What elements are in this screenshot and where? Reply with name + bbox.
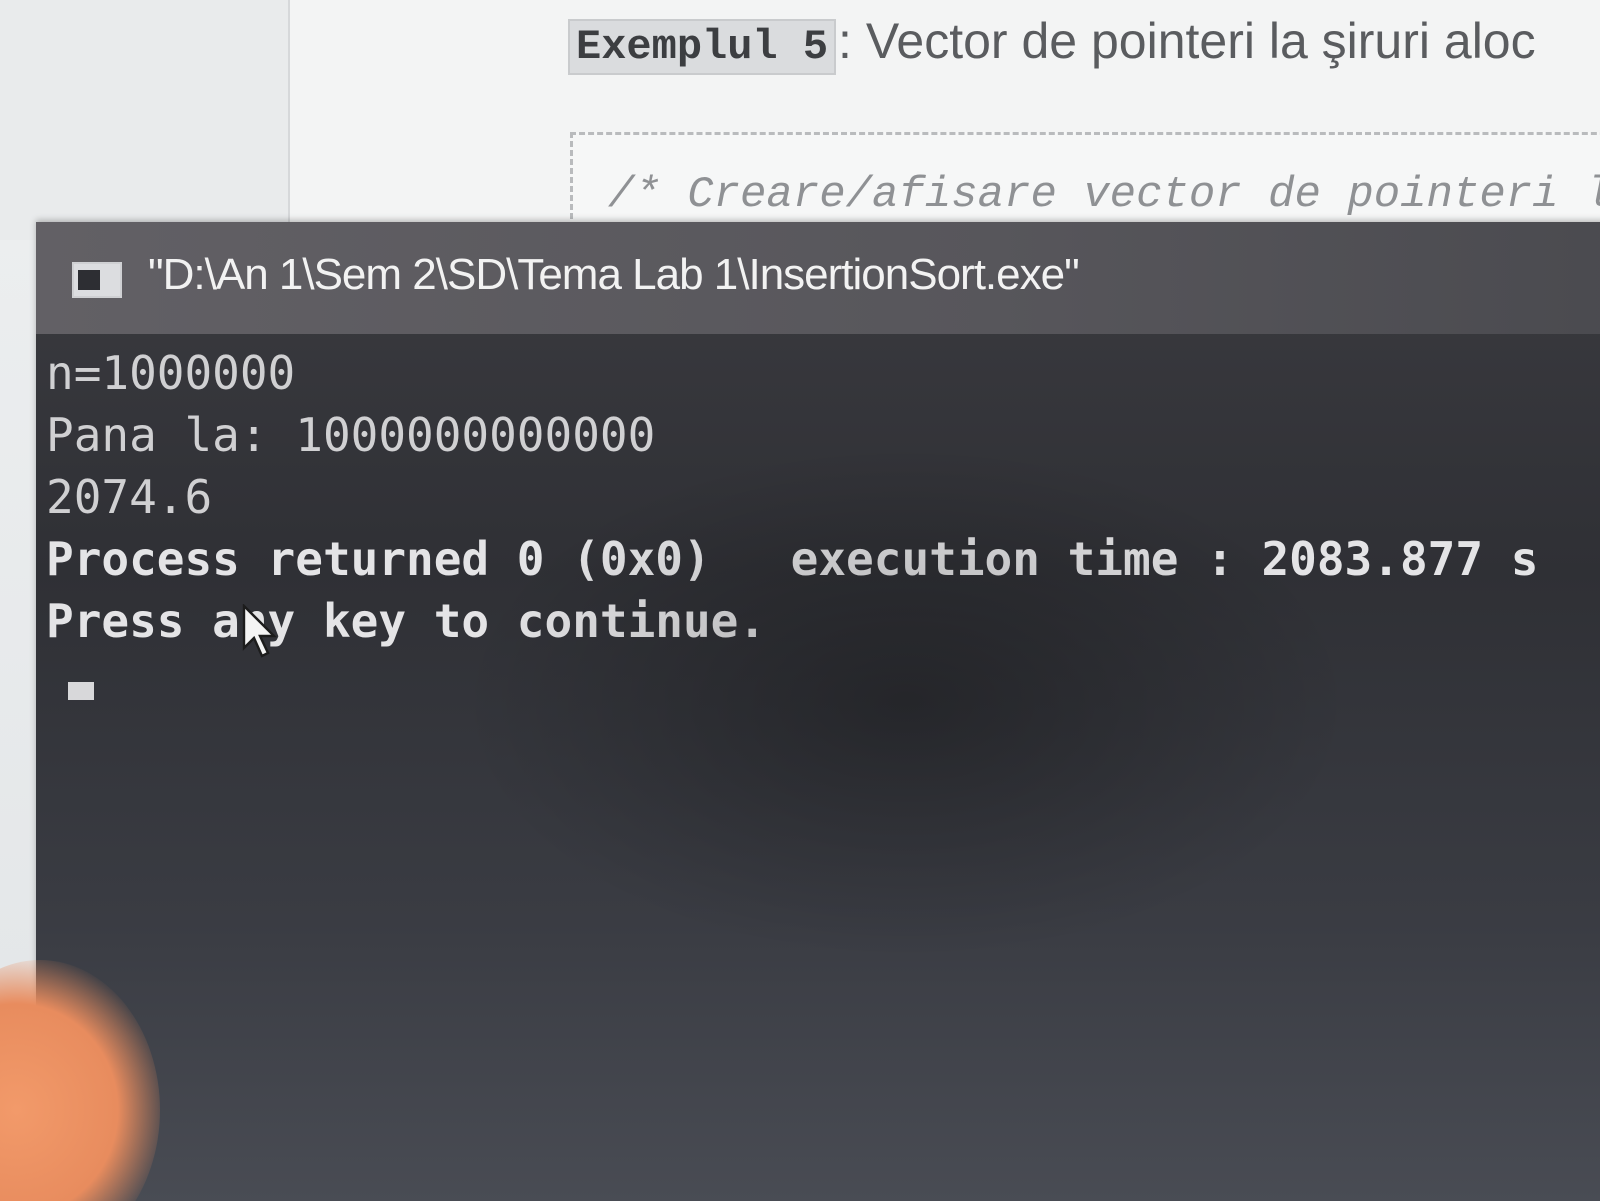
execution-time-text: execution time : 2083.877 s <box>790 532 1539 586</box>
output-line: Pana la: 1000000000000 <box>46 408 656 462</box>
output-line: n=1000000 <box>46 346 296 400</box>
example-label: Exemplul 5 <box>568 19 837 75</box>
text-cursor <box>68 682 94 700</box>
console-window-icon[interactable] <box>72 262 122 298</box>
console-window[interactable]: "D:\An 1\Sem 2\SD\Tema Lab 1\InsertionSo… <box>36 222 1600 1201</box>
process-status-line: Process returned 0 (0x0) execution time :… <box>46 528 1600 590</box>
heading-text: : Vector de pointeri la şiruri aloc <box>838 13 1536 69</box>
output-line: 2074.6 <box>46 470 213 524</box>
mouse-pointer-icon <box>242 604 277 658</box>
document-sidebar <box>0 0 290 240</box>
console-title: "D:\An 1\Sem 2\SD\Tema Lab 1\InsertionSo… <box>148 250 1080 299</box>
screen: Exemplul 5: Vector de pointeri la şiruri… <box>0 0 1600 1201</box>
console-titlebar[interactable]: "D:\An 1\Sem 2\SD\Tema Lab 1\InsertionSo… <box>36 222 1600 334</box>
code-comment: /* Creare/afisare vector de pointeri la <box>608 170 1600 220</box>
process-returned-text: Process returned 0 (0x0) <box>46 532 711 586</box>
document-heading: Exemplul 5: Vector de pointeri la şiruri… <box>568 12 1536 75</box>
